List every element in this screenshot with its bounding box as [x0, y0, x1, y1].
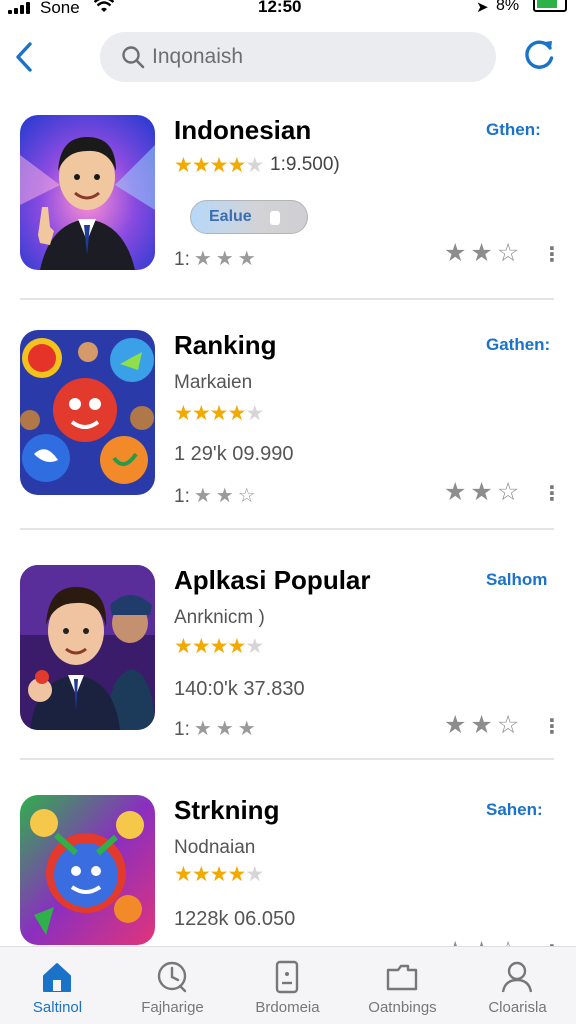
- value-badge-button[interactable]: Ealue: [190, 200, 308, 234]
- downloads-count: 1228k 06.050: [174, 908, 296, 930]
- app-row-indonesian[interactable]: Indonesian ★★★★★ 1:9.500) Gthen: Ealue 1…: [0, 110, 576, 340]
- app-title: Ranking: [174, 330, 277, 360]
- device-icon: [275, 960, 299, 994]
- status-bar: Sone 12:50 ➤ 8%: [0, 0, 576, 22]
- app-icon-aplikasi-popular[interactable]: [20, 565, 155, 730]
- clock-time: 12:50: [258, 0, 302, 16]
- user-rating-stars[interactable]: ★★☆: [444, 710, 523, 740]
- rating-stars: ★★★★★: [174, 154, 264, 177]
- rating-stars: ★★★★★: [174, 863, 264, 886]
- get-button[interactable]: Gathen:: [486, 335, 550, 355]
- tab-home[interactable]: Saltinol: [0, 947, 115, 1024]
- user-rating-stars[interactable]: ★★☆: [444, 477, 523, 507]
- app-row-aplikasi-popular[interactable]: Aplkasi Popular Anrknicm ) ★★★★★ Salhom …: [0, 560, 576, 790]
- tab-history[interactable]: Fajharige: [115, 947, 230, 1024]
- carrier-name: Sone: [40, 0, 80, 17]
- tab-bar: Saltinol Fajharige Brdomeia Oatnbings Cl…: [0, 946, 576, 1024]
- clock-icon: [157, 961, 187, 993]
- bottom-rating: 1:★★★: [174, 248, 256, 270]
- app-title: Indonesian: [174, 115, 312, 145]
- back-chevron-icon[interactable]: [12, 40, 38, 74]
- tab-folder[interactable]: Oatnbings: [345, 947, 460, 1024]
- app-subtitle: Nodnaian: [174, 837, 256, 858]
- downloads-count: 140:0'k 37.830: [174, 678, 305, 700]
- more-options-icon[interactable]: ⋮: [542, 481, 562, 506]
- divider: [20, 298, 554, 300]
- wifi-icon: [94, 0, 114, 12]
- rating-stars: ★★★★★: [174, 402, 264, 425]
- get-button[interactable]: Sahen:: [486, 800, 543, 820]
- signal-icon: [8, 2, 30, 14]
- tab-label: Saltinol: [32, 999, 83, 1016]
- search-bar[interactable]: [100, 32, 496, 82]
- tab-label: Cloarisla: [488, 999, 547, 1016]
- tab-label: Brdomeia: [255, 999, 320, 1016]
- tab-profile[interactable]: Cloarisla: [460, 947, 575, 1024]
- rating-stars: ★★★★★: [174, 635, 264, 658]
- lock-icon: [270, 211, 280, 225]
- divider: [20, 528, 554, 530]
- tab-label: Oatnbings: [368, 999, 437, 1016]
- get-button[interactable]: Salhom: [486, 570, 547, 590]
- app-icon-indonesian[interactable]: [20, 115, 155, 270]
- rating-count: 1:9.500): [270, 154, 340, 175]
- get-button[interactable]: Gthen:: [486, 120, 541, 140]
- app-title: Aplkasi Popular: [174, 565, 371, 595]
- app-row-ranking[interactable]: Ranking Markaien ★★★★★ Gathen: 1 29'k 09…: [0, 325, 576, 555]
- user-rating-stars[interactable]: ★★☆: [444, 238, 523, 268]
- home-icon: [43, 963, 71, 992]
- app-title: Strkning: [174, 795, 280, 825]
- search-input[interactable]: [152, 45, 472, 69]
- tab-device[interactable]: Brdomeia: [230, 947, 345, 1024]
- battery-percent: 8%: [496, 0, 520, 14]
- refresh-icon[interactable]: [520, 36, 558, 74]
- location-arrow-icon: ➤: [476, 0, 489, 16]
- bottom-rating: 1:★★★: [174, 718, 256, 740]
- downloads-count: 1 29'k 09.990: [174, 443, 294, 465]
- app-icon-strkning[interactable]: [20, 795, 155, 945]
- top-navigation: [0, 22, 576, 94]
- folder-icon: [386, 964, 418, 991]
- value-badge-label: Ealue: [209, 208, 252, 225]
- app-icon-ranking[interactable]: [20, 330, 155, 495]
- search-icon: [122, 46, 145, 69]
- person-icon: [501, 961, 533, 993]
- app-subtitle: Markaien: [174, 372, 253, 393]
- app-subtitle: Anrknicm ): [174, 607, 265, 628]
- more-options-icon[interactable]: ⋮: [542, 714, 562, 739]
- more-options-icon[interactable]: ⋮: [542, 242, 562, 267]
- battery-icon: [533, 0, 567, 12]
- divider: [20, 758, 554, 760]
- bottom-rating: 1: ★ ★ ☆: [174, 485, 256, 507]
- tab-label: Fajharige: [141, 999, 204, 1016]
